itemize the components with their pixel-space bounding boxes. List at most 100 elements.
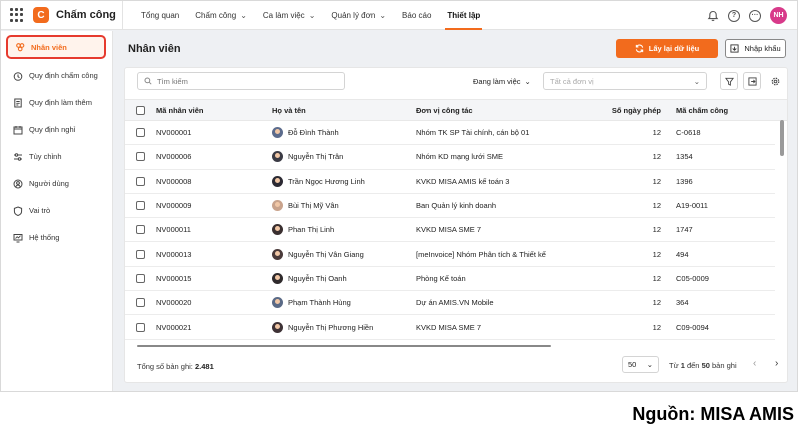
- gear-icon: [771, 77, 779, 85]
- range-to: 50: [701, 361, 710, 370]
- sidebar-item-label: Hệ thống: [29, 233, 60, 242]
- refresh-data-label: Lấy lại dữ liệu: [648, 44, 700, 53]
- header-attendance-code[interactable]: Mã chấm công: [676, 100, 771, 120]
- sliders-icon: [14, 152, 22, 161]
- source-caption: Nguồn: MISA AMIS: [632, 404, 794, 424]
- table-row[interactable]: NV000021 Nguyễn Thị Phương Hiền KVKD MISA …: [125, 315, 775, 340]
- select-all-checkbox[interactable]: [136, 105, 145, 115]
- table-row[interactable]: NV000013 Nguyễn Thị Vân Giang [meInvoice] …: [125, 243, 775, 267]
- table-row[interactable]: NV000020 Phạm Thành Hùng Dự án AMIS.VN Mob…: [125, 291, 775, 316]
- header-unit[interactable]: Đơn vị công tác: [416, 100, 552, 120]
- chevron-down-icon: ⌄: [693, 76, 700, 86]
- attendance-code: 494: [676, 249, 689, 259]
- vertical-scrollbar[interactable]: [780, 120, 784, 156]
- row-select-cell: [136, 267, 150, 290]
- import-button[interactable]: Nhập khẩu: [725, 39, 786, 58]
- page-size-select[interactable]: 50 ⌄: [622, 356, 659, 373]
- chevron-down-icon: ⌄: [308, 10, 316, 20]
- employee-code: NV000011: [156, 225, 191, 235]
- employee-name-cell: Nguyễn Thị Trân: [272, 145, 412, 168]
- nav-tab-3[interactable]: Quản lý đơn ⌄: [323, 1, 394, 30]
- refresh-data-button[interactable]: Lấy lại dữ liệu: [616, 39, 718, 58]
- leave-days: 12: [652, 152, 661, 162]
- row-select-cell: [136, 218, 150, 241]
- table-row[interactable]: NV000006 Nguyễn Thị Trân Nhóm KD mạng lưới…: [125, 145, 775, 170]
- row-checkbox[interactable]: [136, 273, 145, 283]
- nav-tab-1[interactable]: Chấm công ⌄: [187, 1, 255, 30]
- sidebar-item-0[interactable]: Nhân viên: [6, 35, 106, 59]
- nav-tab-0[interactable]: Tổng quan: [133, 1, 187, 30]
- leave-days: 12: [652, 128, 661, 138]
- employee-name: Bùi Thị Mỹ Vân: [288, 201, 339, 211]
- search-input[interactable]: [157, 76, 327, 86]
- chevron-down-icon: ⌄: [524, 77, 531, 86]
- bell-icon[interactable]: [707, 10, 719, 22]
- row-checkbox[interactable]: [136, 201, 145, 211]
- employee-name-cell: Nguyễn Thị Oanh: [272, 267, 412, 290]
- range-suffix: bản ghi: [712, 361, 737, 370]
- leave-days: 12: [652, 176, 661, 186]
- employee-name-cell: Đỗ Đình Thành: [272, 121, 412, 144]
- table-row[interactable]: NV000009 Bùi Thị Mỹ Vân Ban Quản lý kinh d…: [125, 194, 775, 219]
- user-avatar[interactable]: NH: [770, 7, 787, 24]
- employee-code: NV000001: [156, 128, 192, 138]
- sidebar-item-5[interactable]: Người dùng: [1, 170, 112, 197]
- employee-unit: Phòng Kế toán: [416, 273, 466, 283]
- row-select-cell: [136, 145, 150, 168]
- filter-button[interactable]: [720, 72, 738, 90]
- employee-code: NV000009: [156, 201, 192, 211]
- employee-avatar: [272, 248, 283, 260]
- nav-tab-label: Thiết lập: [447, 10, 481, 20]
- row-checkbox[interactable]: [136, 249, 145, 259]
- nav-tab-label: Ca làm việc: [262, 10, 305, 20]
- employee-avatar: [272, 200, 283, 212]
- nav-tab-4[interactable]: Báo cáo: [394, 1, 439, 30]
- employee-name-cell: Nguyễn Thị Vân Giang: [272, 243, 412, 266]
- row-checkbox[interactable]: [136, 225, 145, 235]
- table-row[interactable]: NV000008 Trần Ngọc Hương Linh KVKD MISA AM…: [125, 170, 775, 194]
- settings-button[interactable]: [766, 72, 784, 90]
- row-checkbox[interactable]: [136, 128, 145, 138]
- attendance-code: C05-0009: [676, 273, 709, 283]
- employee-name: Nguyễn Thị Trân: [288, 152, 344, 162]
- sidebar-item-7[interactable]: Hệ thống: [1, 224, 112, 251]
- row-checkbox[interactable]: [136, 298, 145, 308]
- prev-page-icon[interactable]: ‹: [753, 358, 756, 369]
- shield-icon: [13, 205, 23, 216]
- table-row[interactable]: NV000011 Phan Thị Linh KVKD MISA SME 7 12 17…: [125, 218, 775, 243]
- unit-select[interactable]: Tất cả đơn vị ⌄: [543, 72, 707, 90]
- sidebar-item-4[interactable]: Tùy chỉnh: [1, 143, 112, 170]
- export-button[interactable]: [743, 72, 761, 90]
- nav-tab-5[interactable]: Thiết lập: [439, 1, 488, 30]
- horizontal-scrollbar[interactable]: [137, 345, 551, 347]
- app-grid-icon[interactable]: [10, 8, 24, 22]
- row-checkbox[interactable]: [136, 322, 145, 332]
- chevron-down-icon: ⌄: [379, 10, 387, 20]
- attendance-code: C09-0094: [676, 322, 709, 332]
- sidebar-item-1[interactable]: Quy định chấm công: [1, 62, 112, 89]
- search-box[interactable]: [137, 72, 345, 90]
- user-icon: [13, 179, 23, 188]
- help-icon[interactable]: ?: [728, 9, 740, 22]
- employee-name: Đỗ Đình Thành: [288, 128, 339, 138]
- nav-tab-2[interactable]: Ca làm việc ⌄: [255, 1, 324, 30]
- sidebar-item-6[interactable]: Vai trò: [1, 197, 112, 224]
- row-checkbox[interactable]: [136, 152, 145, 162]
- more-icon[interactable]: ···: [749, 9, 761, 22]
- table-row[interactable]: NV000015 Nguyễn Thị Oanh Phòng Kế toán 12 C0…: [125, 267, 775, 292]
- sidebar-item-2[interactable]: Quy định làm thêm: [1, 89, 112, 116]
- filter-icon: [724, 77, 734, 86]
- attendance-code: 1396: [676, 176, 693, 186]
- table-toolbar: Đang làm việc ⌄ Tất cả đơn vị ⌄: [125, 68, 787, 96]
- next-page-icon[interactable]: ›: [775, 358, 778, 369]
- table-row[interactable]: NV000001 Đỗ Đình Thành Nhóm TK SP Tài chín…: [125, 121, 775, 146]
- header-leave-days[interactable]: Số ngày phép: [555, 100, 661, 120]
- status-filter[interactable]: Đang làm việc ⌄: [473, 77, 531, 86]
- import-icon: [730, 44, 739, 53]
- row-checkbox[interactable]: [136, 176, 145, 186]
- leave-days: 12: [652, 298, 661, 308]
- employee-name-cell: Bùi Thị Mỹ Vân: [272, 194, 412, 217]
- header-full-name[interactable]: Họ và tên: [272, 100, 412, 120]
- header-employee-code[interactable]: Mã nhân viên: [156, 100, 266, 120]
- sidebar-item-3[interactable]: Quy định nghỉ: [1, 116, 112, 143]
